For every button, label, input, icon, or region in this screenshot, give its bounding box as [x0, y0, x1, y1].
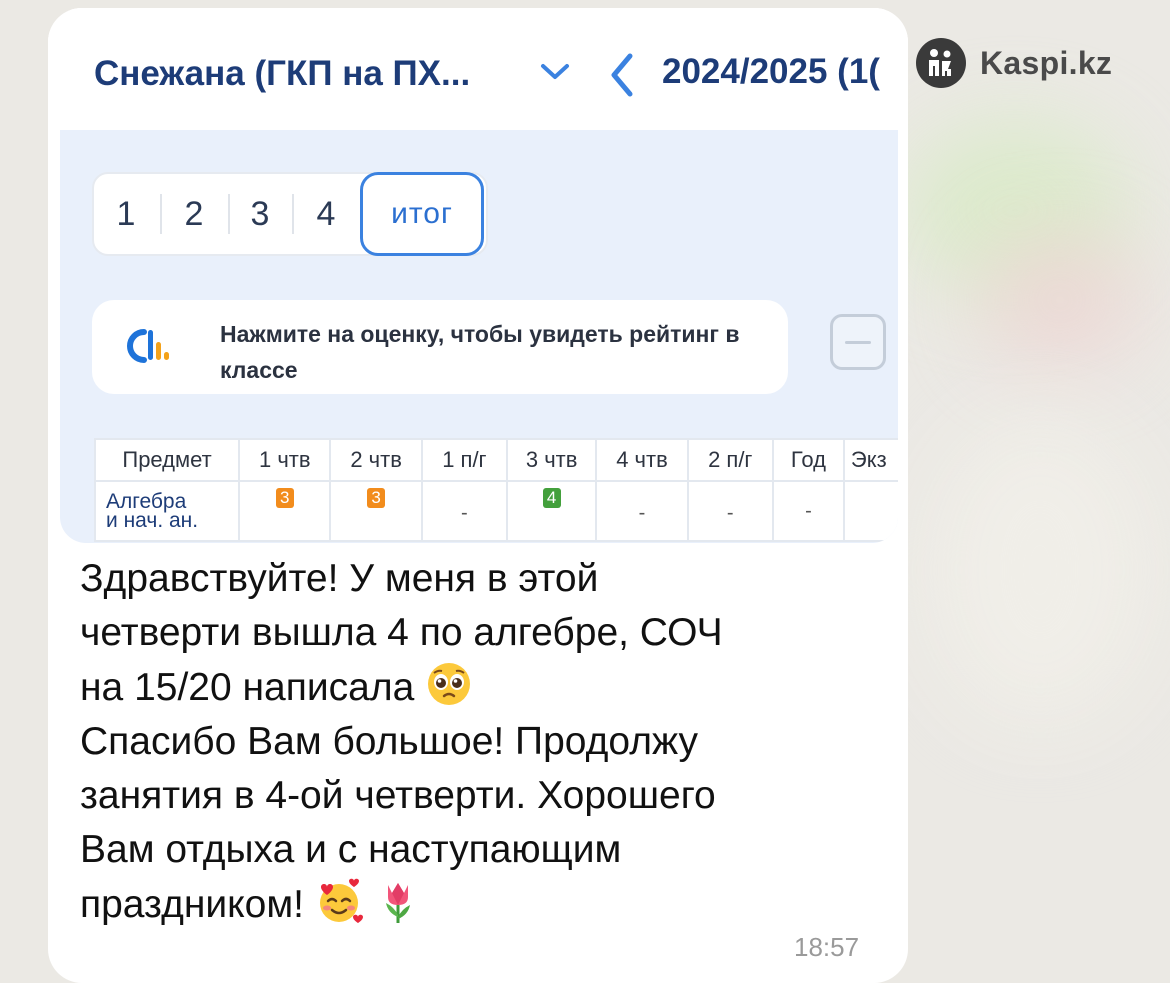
tab-quarter-2: 2	[184, 195, 204, 233]
quarter-tabs: 1 2 3 4 итог	[92, 172, 488, 256]
tab-quarter-3: 3	[250, 195, 270, 233]
chevron-down-icon	[540, 62, 570, 87]
grade-cell: -	[771, 480, 845, 542]
screenshot-body: 1 2 3 4 итог Нажмите на оценку, чтобы ув…	[60, 130, 898, 543]
grade-empty: -	[805, 499, 812, 522]
grades-table: Предмет 1 чтв 2 чтв 1 п/г 3 чтв 4 чтв 2 …	[93, 438, 898, 542]
pleading-face-icon	[425, 660, 473, 708]
collapse-icon	[830, 314, 886, 370]
rating-logo-icon	[122, 324, 170, 373]
column-header: 1 чтв	[238, 438, 332, 482]
attached-screenshot[interactable]: Снежана (ГКП на ПХ... 2024/2025 (1( 1 2 …	[48, 8, 908, 543]
message-bubble[interactable]: Снежана (ГКП на ПХ... 2024/2025 (1( 1 2 …	[48, 8, 908, 983]
student-name: Снежана (ГКП на ПХ...	[94, 54, 471, 93]
background-blur	[980, 230, 1140, 370]
chevron-left-icon	[608, 52, 638, 103]
grade-badge: 3	[275, 487, 294, 508]
tab-final: итог	[360, 172, 484, 256]
message-line: Спасибо Вам большое! Продолжу	[80, 720, 698, 763]
grade-empty: -	[461, 501, 468, 524]
tab-divider	[228, 194, 230, 234]
kaspi-watermark: Kaspi.kz	[916, 38, 1112, 88]
grade-cell	[842, 480, 898, 542]
school-year: 2024/2025 (1(	[662, 52, 880, 91]
message-timestamp: 18:57	[794, 932, 860, 962]
column-header: 4 чтв	[595, 438, 689, 482]
subject-cell: Алгебра и нач. ан.	[93, 480, 241, 542]
kaspi-watermark-text: Kaspi.kz	[980, 44, 1113, 81]
table-row: Алгебра и нач. ан. 3 3 - 4 - - -	[93, 480, 898, 542]
message-line: Здравствуйте! У меня в этой	[80, 557, 599, 600]
grade-badge: 3	[367, 487, 386, 508]
screenshot-header: Снежана (ГКП на ПХ... 2024/2025 (1(	[48, 8, 908, 130]
column-header: Экз	[842, 438, 898, 482]
grade-cell: 3	[238, 480, 332, 542]
grade-cell: -	[420, 480, 509, 542]
rating-hint: Нажмите на оценку, чтобы увидеть рейтинг…	[92, 300, 788, 394]
message-line: на 15/20 написала	[80, 666, 415, 709]
column-header: 1 п/г	[420, 438, 509, 482]
tab-divider	[292, 194, 294, 234]
column-header: Год	[771, 438, 845, 482]
grade-badge: 4	[542, 487, 561, 508]
kaspi-logo-icon	[916, 38, 966, 88]
message-line: Вам отдыха и с наступающим	[80, 828, 622, 871]
message-line: четверти вышла 4 по алгебре, СОЧ	[80, 611, 723, 654]
table-header-row: Предмет 1 чтв 2 чтв 1 п/г 3 чтв 4 чтв 2 …	[93, 438, 898, 482]
column-header: Предмет	[93, 438, 241, 482]
column-header: 2 п/г	[686, 438, 774, 482]
tab-divider	[160, 194, 162, 234]
message-line: занятия в 4-ой четверти. Хорошего	[80, 774, 716, 817]
grade-cell: 3	[329, 480, 423, 542]
subject-name-continued: и нач. ан.	[106, 509, 199, 532]
grade-empty: -	[726, 501, 734, 524]
column-header: 3 чтв	[506, 438, 598, 482]
grade-empty: -	[638, 501, 646, 524]
message-line-with-emoji: на 15/20 написала	[80, 660, 880, 715]
message-line: праздником!	[80, 883, 305, 926]
tulip-icon	[374, 877, 422, 925]
smiling-face-with-hearts-icon	[315, 877, 363, 925]
column-header: 2 чтв	[329, 438, 423, 482]
tab-quarter-1: 1	[116, 195, 136, 233]
background-blur	[930, 420, 1150, 720]
grade-cell: 4	[506, 480, 598, 542]
message-text: Здравствуйте! У меня в этой четверти выш…	[80, 552, 880, 932]
grade-cell: -	[595, 480, 689, 542]
message-line-with-emoji: праздником!	[80, 877, 880, 932]
rating-hint-text: Нажмите на оценку, чтобы увидеть рейтинг…	[220, 321, 740, 383]
tab-quarter-4: 4	[316, 195, 336, 233]
grade-cell: -	[686, 480, 774, 542]
